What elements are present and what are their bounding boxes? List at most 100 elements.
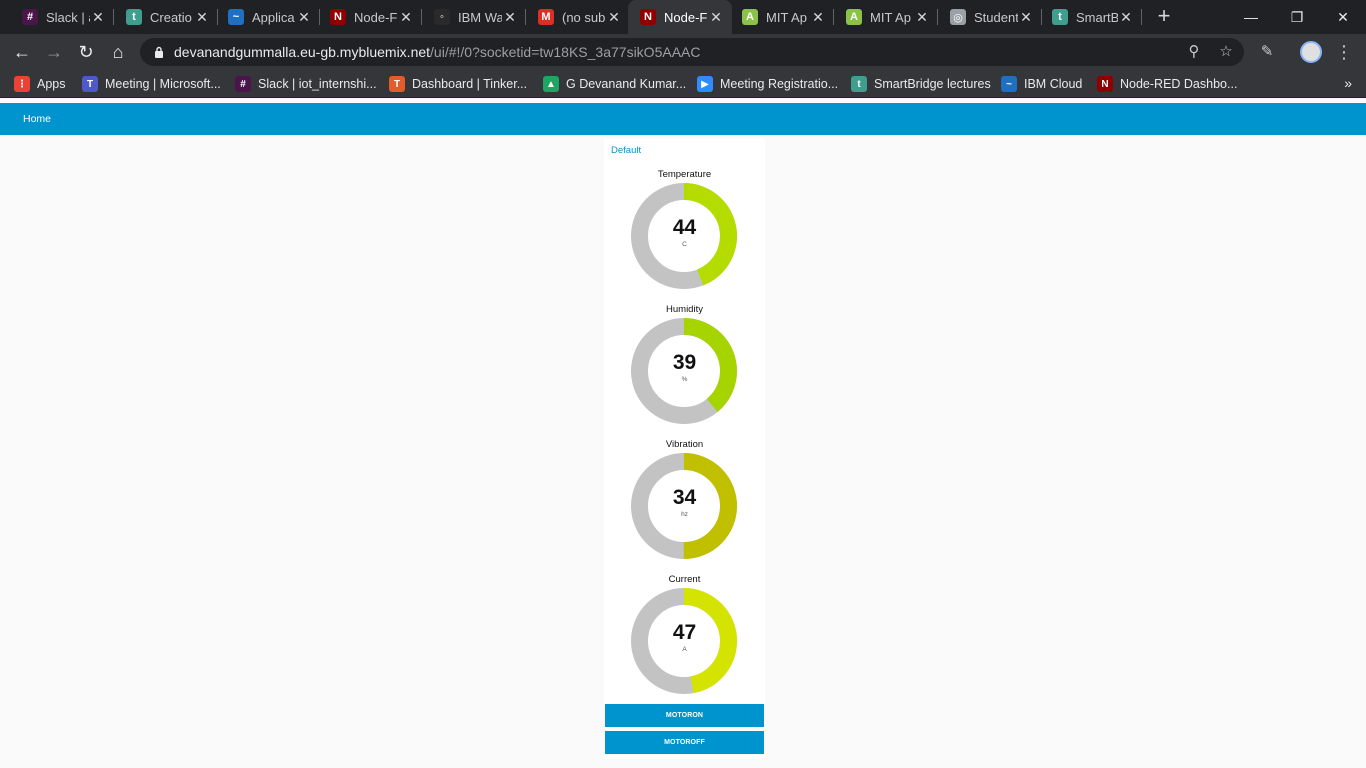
zoom-icon: ▶ xyxy=(697,76,713,92)
gauge-unit: A xyxy=(682,646,687,653)
bookmark-label: Node-RED Dashbo... xyxy=(1120,77,1238,91)
browser-tab[interactable]: t Creatio ✕ xyxy=(114,0,218,34)
ibm-cloud-icon: ~ xyxy=(228,9,244,25)
tab-title: SmartB xyxy=(1076,9,1118,25)
gauge-label: Current xyxy=(668,574,701,585)
node-red-icon: N xyxy=(1097,76,1113,92)
reload-icon[interactable]: ↻ xyxy=(72,38,100,66)
bookmark-star-icon[interactable]: ☆ xyxy=(1216,42,1236,62)
bookmark-item[interactable]: ▶ Meeting Registratio... xyxy=(697,75,838,93)
browser-tab[interactable]: A MIT Ap ✕ xyxy=(834,0,938,34)
slack-icon: # xyxy=(22,9,38,25)
close-tab-icon[interactable]: ✕ xyxy=(398,9,414,25)
forward-arrow-icon[interactable]: → xyxy=(40,38,68,66)
close-tab-icon[interactable]: ✕ xyxy=(502,9,518,25)
gauge-value: 34 xyxy=(672,486,697,509)
bookmark-label: Apps xyxy=(37,77,66,91)
more-bookmarks-icon[interactable]: » xyxy=(1344,75,1352,91)
bookmark-item[interactable]: T Meeting | Microsoft... xyxy=(82,75,221,93)
zoom-icon[interactable]: ⚲ xyxy=(1184,42,1204,62)
close-tab-icon[interactable]: ✕ xyxy=(90,9,106,25)
close-window-icon[interactable]: ✕ xyxy=(1320,0,1366,34)
address-bar[interactable]: devanandgummalla.eu-gb.mybluemix.net/ui/… xyxy=(140,38,1244,66)
profile-avatar[interactable] xyxy=(1300,41,1322,63)
minimize-window-icon[interactable]: — xyxy=(1228,0,1274,34)
motor-off-button[interactable]: MOTOROFF xyxy=(605,731,764,754)
browser-tab[interactable]: ◦ IBM Wa ✕ xyxy=(422,0,526,34)
tab-title: Applica xyxy=(252,9,295,25)
motor-on-button[interactable]: MOTORON xyxy=(605,704,764,727)
slack-icon: # xyxy=(235,76,251,92)
restore-window-icon[interactable]: ❐ xyxy=(1274,0,1320,34)
tab-title: Node-F xyxy=(354,9,398,25)
close-tab-icon[interactable]: ✕ xyxy=(1018,9,1034,25)
bookmark-label: G Devanand Kumar... xyxy=(566,77,687,91)
browser-tab[interactable]: M (no sub ✕ xyxy=(526,0,630,34)
browser-tab[interactable]: # Slack | a✕ xyxy=(10,0,114,34)
bookmark-item[interactable]: T Dashboard | Tinker... xyxy=(389,75,527,93)
menu-dots-icon[interactable]: ⋮ xyxy=(1332,40,1356,64)
browser-tab-strip: #Slack | a✕tCreatio✕~Applica✕NNode-F✕◦IB… xyxy=(0,0,1366,34)
bookmark-item[interactable]: t SmartBridge lectures xyxy=(851,75,991,93)
new-tab-button[interactable]: + xyxy=(1152,5,1176,29)
gauge-value: 47 xyxy=(672,621,697,644)
group-title: Default xyxy=(611,145,642,156)
gauge-label: Temperature xyxy=(657,169,712,180)
teams-icon: T xyxy=(82,76,98,92)
gauge-widget: Vibration 34 hz xyxy=(604,439,765,569)
close-tab-icon[interactable]: ✕ xyxy=(708,9,724,25)
bookmark-item[interactable]: N Node-RED Dashbo... xyxy=(1097,75,1237,93)
browser-tab[interactable]: t SmartB ✕ xyxy=(1040,0,1142,34)
smartbridge-t-icon: t xyxy=(851,76,867,92)
gauge-widget: Humidity 39% xyxy=(604,304,765,434)
gauge-label: Vibration xyxy=(665,439,704,450)
tab-title: (no sub xyxy=(562,9,606,25)
browser-tab[interactable]: N Node-F ✕ xyxy=(628,0,732,34)
close-tab-icon[interactable]: ✕ xyxy=(914,9,930,25)
gauge-unit: hz xyxy=(681,511,688,518)
browser-tab[interactable]: N Node-F ✕ xyxy=(318,0,422,34)
close-tab-icon[interactable]: ✕ xyxy=(810,9,826,25)
browser-tab[interactable]: ~ Applica ✕ xyxy=(216,0,320,34)
gauge-value: 44 xyxy=(672,216,697,239)
bookmark-item[interactable]: # Slack | iot_internshi... xyxy=(235,75,377,93)
close-tab-icon[interactable]: ✕ xyxy=(606,9,622,25)
browser-tab[interactable]: A MIT Ap ✕ xyxy=(730,0,834,34)
lock-icon xyxy=(155,46,163,58)
tab-title: Student xyxy=(974,9,1018,25)
home-icon[interactable]: ⌂ xyxy=(104,38,132,66)
close-tab-icon[interactable]: ✕ xyxy=(194,9,210,25)
back-arrow-icon[interactable]: ← xyxy=(8,38,36,66)
tab-title: Creatio xyxy=(150,9,192,25)
bookmark-label: SmartBridge lectures xyxy=(874,77,991,91)
bookmark-label: IBM Cloud xyxy=(1024,77,1083,91)
bookmark-item[interactable]: ⋮ Apps xyxy=(14,75,66,93)
globe-icon: ◎ xyxy=(950,9,966,25)
close-tab-icon[interactable]: ✕ xyxy=(296,9,312,25)
tinkercad-icon: T xyxy=(389,76,405,92)
node-red-icon: N xyxy=(640,9,656,25)
mit-app-inventor-icon: A xyxy=(742,9,758,25)
dashboard-toolbar: Home xyxy=(0,103,1366,135)
ibm-watson-icon: ◦ xyxy=(434,9,450,25)
gauge-unit: % xyxy=(681,376,688,383)
extension-pen-icon[interactable]: ✎ xyxy=(1255,40,1279,64)
gmail-icon: M xyxy=(538,9,554,25)
tab-title: Slack | a xyxy=(46,9,90,25)
browser-tab[interactable]: ◎ Student ✕ xyxy=(938,0,1042,34)
url-path: /ui/#!/0?socketid=tw18KS_3a77sikO5AAAC xyxy=(430,44,701,60)
apps-grid-icon: ⋮ xyxy=(14,76,30,92)
dashboard-group-card: Default Temperature 44 C Humidity 39% Vibrati… xyxy=(604,139,765,759)
close-tab-icon[interactable]: ✕ xyxy=(1118,9,1134,25)
page-title: Home xyxy=(23,113,52,125)
bookmark-label: Dashboard | Tinker... xyxy=(412,77,528,91)
bookmark-item[interactable]: ▲ G Devanand Kumar... xyxy=(543,75,686,93)
gauge-label: Humidity xyxy=(666,304,703,315)
tinkercad-t-icon: t xyxy=(1052,9,1068,25)
bookmark-item[interactable]: ~ IBM Cloud xyxy=(1001,75,1082,93)
gauge-widget: Temperature 44 C xyxy=(604,169,765,299)
gauge-widget: Current 47 A xyxy=(604,574,765,704)
bookmark-label: Meeting | Microsoft... xyxy=(105,77,221,91)
tab-title: MIT Ap xyxy=(870,9,911,25)
tab-title: MIT Ap xyxy=(766,9,807,25)
